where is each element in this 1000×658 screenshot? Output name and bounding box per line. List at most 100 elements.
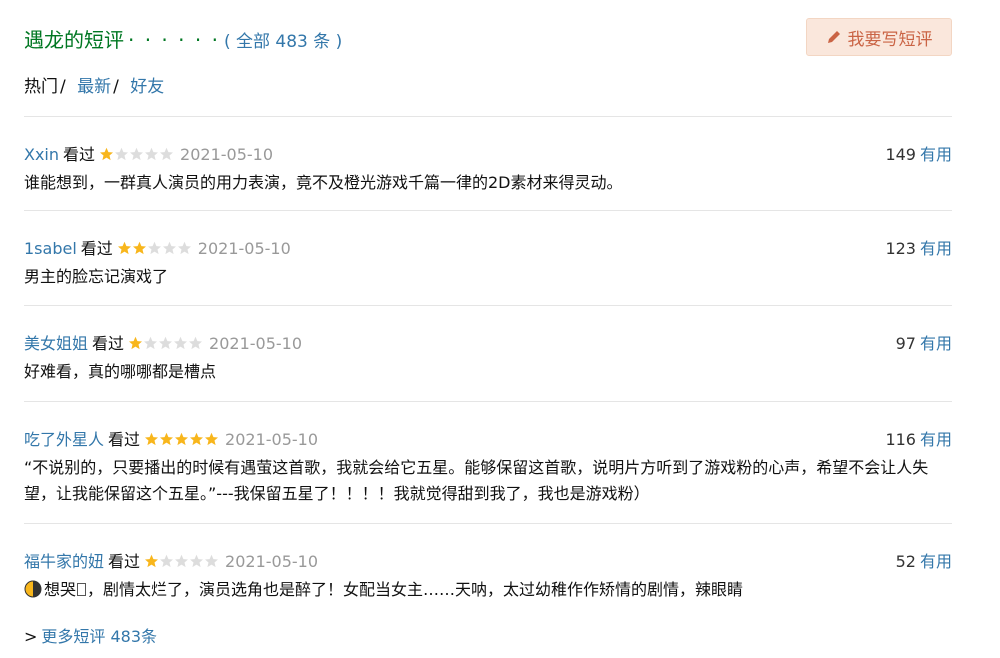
star-empty-icon — [147, 241, 161, 255]
useful-button[interactable]: 有用 — [920, 430, 952, 449]
rating-stars — [144, 553, 219, 572]
tab-separator: / — [113, 77, 119, 97]
comment-date: 2021-05-10 — [209, 334, 303, 353]
title-text: 遇龙的短评 — [24, 28, 124, 52]
comment-text-prefix: 想哭 — [44, 580, 77, 599]
useful-button[interactable]: 有用 — [920, 552, 952, 571]
vote-count: 149 — [885, 145, 916, 164]
rating-stars — [128, 335, 203, 354]
star-empty-icon — [145, 147, 159, 161]
comment-meta: Xxin 看过 2021-05-10 149 有用 — [24, 141, 952, 165]
star-empty-icon — [160, 147, 174, 161]
comments-section: 遇龙的短评 · · · · · ·( 全部 483 条 ) 我要写短评 热门 / 最… — [0, 0, 1000, 658]
comment-text: “不说别的，只要播出的时候有遇萤这首歌，我就会给它五星。能够保留这首歌，说明片方… — [24, 458, 929, 503]
watch-status: 看过 — [80, 239, 113, 258]
rating-stars — [117, 240, 192, 259]
watch-status: 看过 — [108, 430, 141, 449]
star-empty-icon — [174, 336, 188, 350]
star-filled-icon — [145, 554, 159, 568]
section-header: 遇龙的短评 · · · · · ·( 全部 483 条 ) 我要写短评 — [24, 18, 952, 62]
star-empty-icon — [177, 241, 191, 255]
comment-item: 福牛家的妞 看过 2021-05-10 52 有用 想哭 ，剧情太烂了，演员选角也是醉了… — [24, 523, 952, 620]
vote-count: 123 — [885, 239, 916, 258]
comment-date: 2021-05-10 — [225, 552, 319, 571]
comment-date: 2021-05-10 — [197, 239, 291, 258]
tab-latest[interactable]: 最新 — [77, 77, 111, 97]
missing-glyph-icon — [77, 583, 87, 596]
count-close-paren: ) — [335, 32, 343, 52]
count-open-paren: ( — [223, 32, 231, 52]
star-filled-icon — [100, 147, 114, 161]
watch-status: 看过 — [92, 334, 125, 353]
star-empty-icon — [190, 554, 204, 568]
useful-button[interactable]: 有用 — [920, 239, 952, 258]
star-empty-icon — [159, 336, 173, 350]
useful-button[interactable]: 有用 — [920, 334, 952, 353]
more-arrow: > — [24, 627, 38, 646]
pencil-icon — [827, 31, 840, 43]
star-filled-icon — [129, 336, 143, 350]
more-comments: > 更多短评 483条 — [24, 623, 157, 647]
star-filled-icon — [160, 432, 174, 446]
sort-tabs: 热门 / 最新 / 好友 — [24, 72, 164, 97]
star-filled-icon — [175, 432, 189, 446]
comment-user-link[interactable]: 吃了外星人 — [24, 430, 104, 449]
tab-hot: 热门 — [24, 77, 58, 97]
watch-status: 看过 — [108, 552, 141, 571]
comment-text: 想哭 ，剧情太烂了，演员选角也是醉了！女配当女主……天呐，太过幼稚作作矫情的剧情，… — [24, 577, 952, 603]
vote-count: 52 — [895, 552, 916, 571]
comment-item: 1sabel 看过 2021-05-10 123 有用 男主的脸忘记演戏了 — [24, 210, 952, 305]
star-empty-icon — [162, 241, 176, 255]
star-empty-icon — [160, 554, 174, 568]
comment-meta: 福牛家的妞 看过 2021-05-10 52 有用 — [24, 548, 952, 572]
comment-item: 吃了外星人 看过 2021-05-10 116 有用 “不说别的，只要播出的时候有遇萤… — [24, 401, 952, 523]
comment-item: Xxin 看过 2021-05-10 149 有用 谁能想到，一群真人演员的用力表演，… — [24, 116, 952, 210]
star-empty-icon — [175, 554, 189, 568]
watch-status: 看过 — [63, 145, 96, 164]
comment-user-link[interactable]: 福牛家的妞 — [24, 552, 104, 571]
useful-button[interactable]: 有用 — [920, 145, 952, 164]
tab-friends[interactable]: 好友 — [130, 77, 164, 97]
more-comments-link[interactable]: 更多短评 483条 — [41, 627, 157, 646]
star-filled-icon — [132, 241, 146, 255]
comment-list: Xxin 看过 2021-05-10 149 有用 谁能想到，一群真人演员的用力表演，… — [24, 116, 952, 620]
comment-text-body: ，剧情太烂了，演员选角也是醉了！女配当女主……天呐，太过幼稚作作矫情的剧情，辣眼… — [87, 580, 744, 599]
rating-stars — [99, 146, 174, 165]
comment-user-link[interactable]: 1sabel — [24, 239, 77, 258]
comment-date: 2021-05-10 — [225, 430, 319, 449]
star-empty-icon — [130, 147, 144, 161]
vote-area: 149 有用 — [885, 141, 952, 165]
star-empty-icon — [144, 336, 158, 350]
tab-separator: / — [60, 77, 66, 97]
star-empty-icon — [205, 554, 219, 568]
vote-count: 116 — [885, 430, 916, 449]
comment-user-link[interactable]: Xxin — [24, 145, 59, 164]
comment-meta: 1sabel 看过 2021-05-10 123 有用 — [24, 235, 952, 259]
vote-area: 97 有用 — [896, 330, 952, 354]
write-comment-label: 我要写短评 — [847, 29, 933, 50]
write-comment-button[interactable]: 我要写短评 — [806, 18, 952, 56]
comment-text: 谁能想到，一群真人演员的用力表演，竟不及橙光游戏千篇一律的2D素材来得灵动。 — [24, 173, 623, 192]
star-empty-icon — [189, 336, 203, 350]
comment-meta: 美女姐姐 看过 2021-05-10 97 有用 — [24, 330, 952, 354]
comment-text: 好难看，真的哪哪都是槽点 — [24, 362, 217, 381]
vote-count: 97 — [895, 334, 916, 353]
section-title: 遇龙的短评 · · · · · ·( 全部 483 条 ) — [24, 24, 342, 53]
star-filled-icon — [190, 432, 204, 446]
title-dots: · · · · · · — [128, 28, 220, 52]
comment-count: ( 全部 483 条 ) — [224, 32, 342, 52]
all-comments-link[interactable]: 全部 483 条 — [236, 32, 330, 52]
star-filled-icon — [205, 432, 219, 446]
vote-area: 116 有用 — [885, 426, 952, 450]
vote-area: 123 有用 — [885, 235, 952, 259]
comment-item: 美女姐姐 看过 2021-05-10 97 有用 好难看，真的哪哪都是槽点 — [24, 305, 952, 401]
rating-stars — [144, 431, 219, 450]
star-filled-icon — [117, 241, 131, 255]
comment-text: 男主的脸忘记演戏了 — [24, 267, 169, 286]
star-filled-icon — [145, 432, 159, 446]
star-empty-icon — [115, 147, 129, 161]
comment-date: 2021-05-10 — [180, 145, 274, 164]
comment-user-link[interactable]: 美女姐姐 — [24, 334, 88, 353]
crying-face-icon — [24, 580, 42, 598]
comment-meta: 吃了外星人 看过 2021-05-10 116 有用 — [24, 426, 952, 450]
